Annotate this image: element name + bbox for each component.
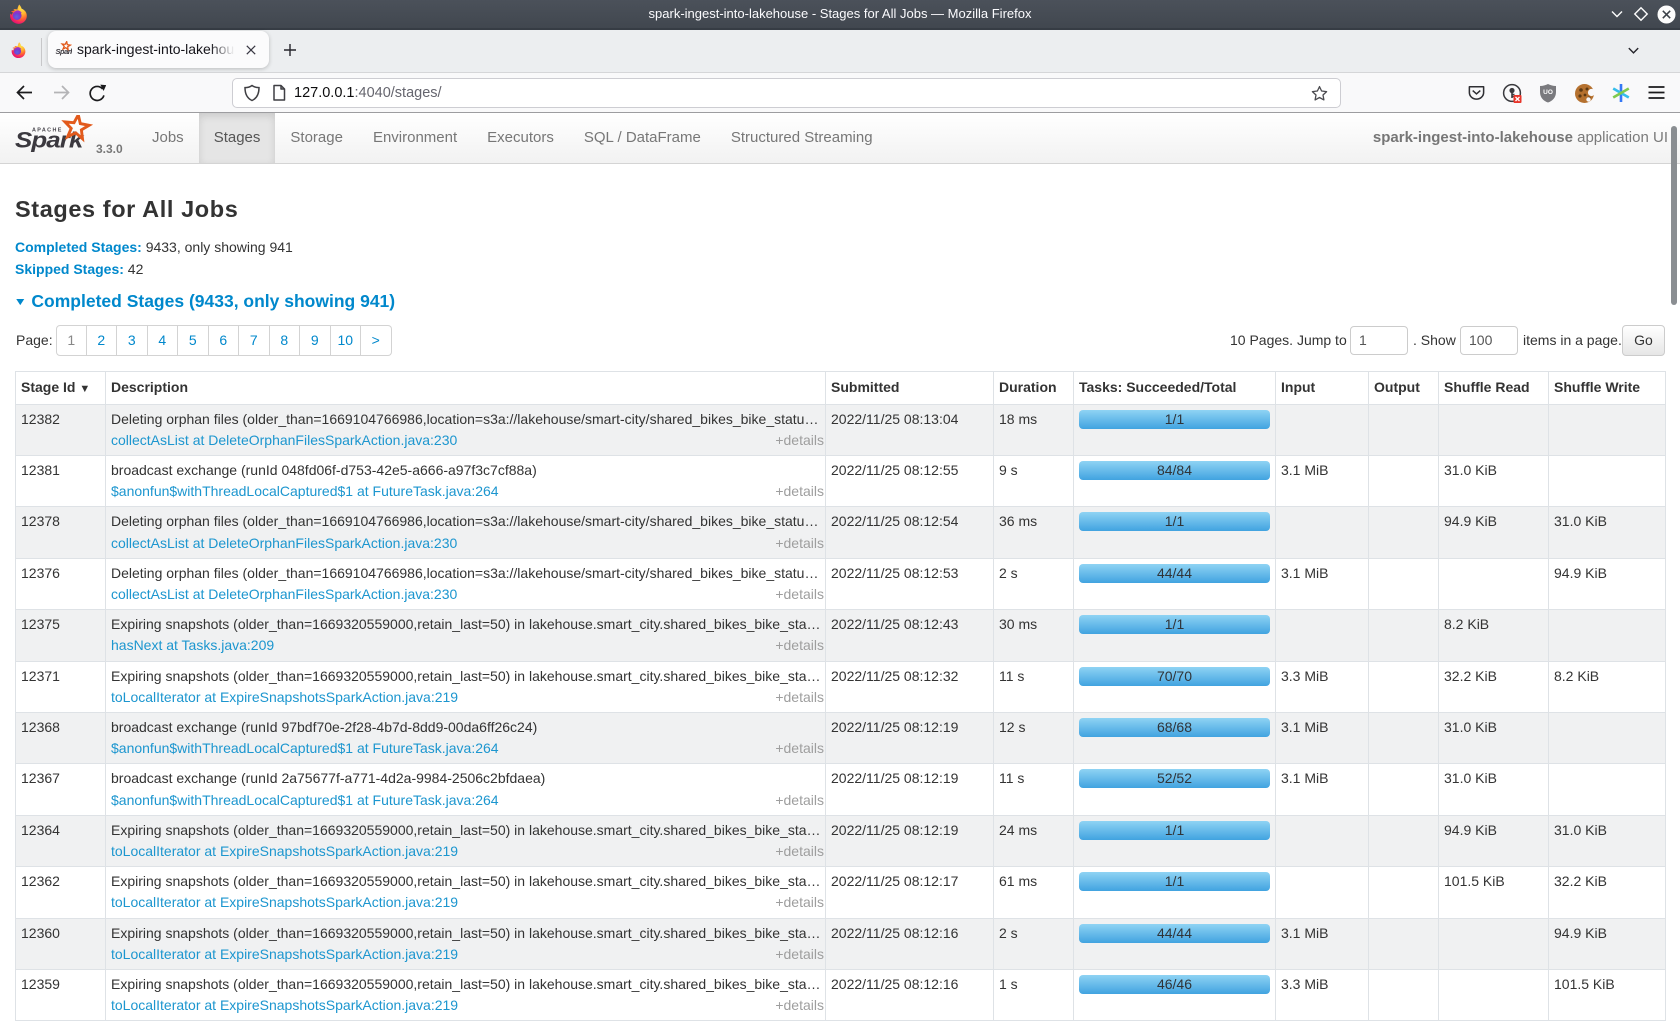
svg-text:Spark: Spark	[56, 47, 73, 56]
svg-text:UO: UO	[1543, 89, 1553, 96]
svg-text:APACHE: APACHE	[32, 128, 63, 134]
